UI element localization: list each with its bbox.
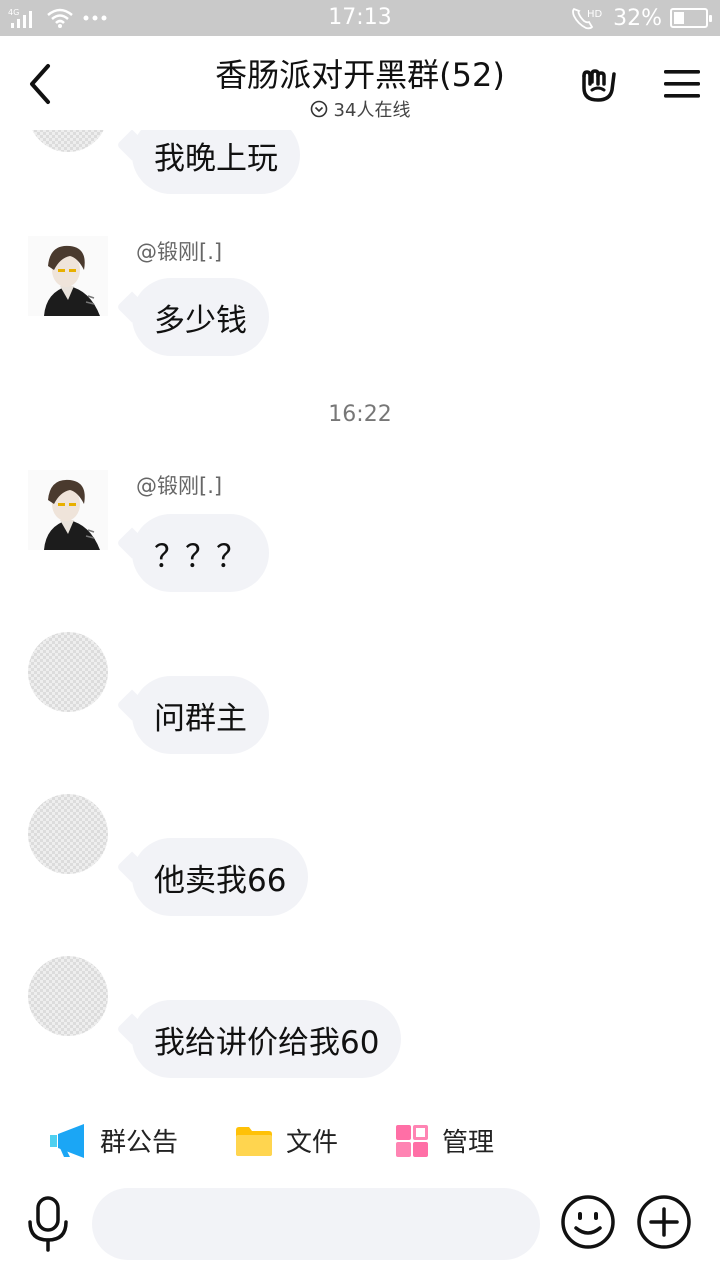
message-list[interactable]: 我晚上玩 @锻刚[.] 多少钱 16:22 @锻刚[.] ？？？ 问群主 他卖我… [0, 130, 720, 1100]
message-text: ？？？ [154, 538, 247, 575]
status-right: HD 32% [571, 5, 712, 31]
message-text: 多少钱 [154, 302, 247, 339]
rock-hand-icon[interactable] [576, 62, 620, 106]
files-label: 文件 [286, 1128, 339, 1158]
battery-icon [670, 8, 712, 28]
avatar[interactable] [28, 794, 108, 874]
avatar-image [28, 470, 108, 550]
message-bubble[interactable]: ？？？ [132, 514, 269, 592]
hd-label: HD [587, 9, 603, 20]
avatar[interactable] [28, 632, 108, 712]
chat-header: 香肠派对开黑群(52) 34人在线 [0, 36, 720, 130]
message-text: 问群主 [154, 700, 247, 737]
avatar[interactable] [28, 470, 108, 550]
chevron-circle-icon [310, 100, 327, 118]
manage-button[interactable]: 管理 [396, 1122, 494, 1159]
phone-hd-icon: HD [572, 7, 603, 30]
avatar[interactable] [28, 956, 108, 1036]
manage-label: 管理 [442, 1128, 495, 1158]
message-bubble[interactable]: 问群主 [132, 676, 269, 754]
message-input[interactable] [92, 1188, 540, 1260]
files-button[interactable]: 文件 [236, 1122, 338, 1159]
sender-name[interactable]: @锻刚[.] [136, 470, 222, 500]
message-bubble[interactable]: 他卖我66 [132, 838, 309, 916]
avatar-image [28, 236, 108, 316]
message-bubble[interactable]: 我晚上玩 [132, 130, 300, 194]
online-count: 34人在线 [333, 100, 411, 121]
announcement-label: 群公告 [100, 1128, 179, 1158]
hamburger-menu-icon[interactable] [662, 66, 702, 102]
grid-icon [396, 1124, 428, 1157]
avatar[interactable] [28, 130, 108, 152]
folder-icon [236, 1126, 272, 1156]
group-toolbar: 群公告 文件 管理 [0, 1100, 720, 1180]
announcement-button[interactable]: 群公告 [50, 1122, 178, 1159]
avatar[interactable] [28, 236, 108, 316]
smiley-icon[interactable] [560, 1194, 616, 1250]
message-bubble[interactable]: 我给讲价给我60 [132, 1000, 402, 1078]
timestamp: 16:22 [328, 402, 392, 427]
sender-name[interactable]: @锻刚[.] [136, 236, 222, 266]
message-text: 我给讲价给我60 [154, 1024, 380, 1061]
microphone-icon[interactable] [24, 1194, 72, 1252]
message-text: 我晚上玩 [154, 140, 278, 177]
battery-percent: 32% [613, 5, 662, 31]
input-bar [0, 1180, 720, 1280]
plus-icon[interactable] [636, 1194, 692, 1250]
megaphone-icon [50, 1123, 84, 1158]
status-bar: 4G 17:13 HD 32% [0, 0, 720, 36]
message-bubble[interactable]: 多少钱 [132, 278, 269, 356]
message-text: 他卖我66 [154, 862, 287, 899]
battery-fill [674, 12, 684, 24]
